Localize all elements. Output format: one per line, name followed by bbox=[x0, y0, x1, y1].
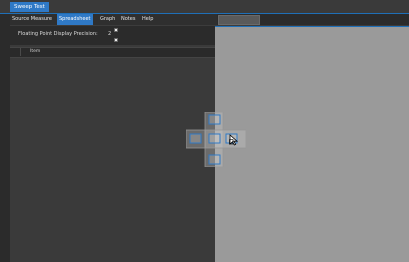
menu-graph[interactable]: Graph bbox=[98, 14, 117, 25]
precision-label: Floating Point Display Precision: bbox=[18, 31, 98, 37]
column-divider[interactable] bbox=[20, 48, 21, 56]
precision-value[interactable]: 2 bbox=[108, 31, 111, 37]
column-header-item[interactable]: Item bbox=[30, 49, 40, 54]
right-pane-top-border bbox=[215, 26, 409, 27]
app-window: Sweep Test Source Measure Spreadsheet Gr… bbox=[0, 0, 409, 262]
menu-help[interactable]: Help bbox=[140, 14, 155, 25]
menu-notes[interactable]: Notes bbox=[119, 14, 137, 25]
window-tab-bar bbox=[0, 0, 409, 14]
mouse-pointer-icon bbox=[229, 134, 239, 146]
tab-sweep-test[interactable]: Sweep Test bbox=[10, 2, 49, 12]
menu-source-measure[interactable]: Source Measure bbox=[10, 14, 54, 25]
menu-spreadsheet[interactable]: Spreadsheet bbox=[57, 14, 93, 25]
docking-guide-icon[interactable] bbox=[186, 112, 246, 167]
table-header bbox=[10, 47, 215, 58]
precision-decrease-chevron-down-icon[interactable] bbox=[114, 38, 118, 42]
menu-right-segment bbox=[218, 15, 260, 25]
precision-increase-chevron-up-icon[interactable] bbox=[114, 28, 118, 32]
